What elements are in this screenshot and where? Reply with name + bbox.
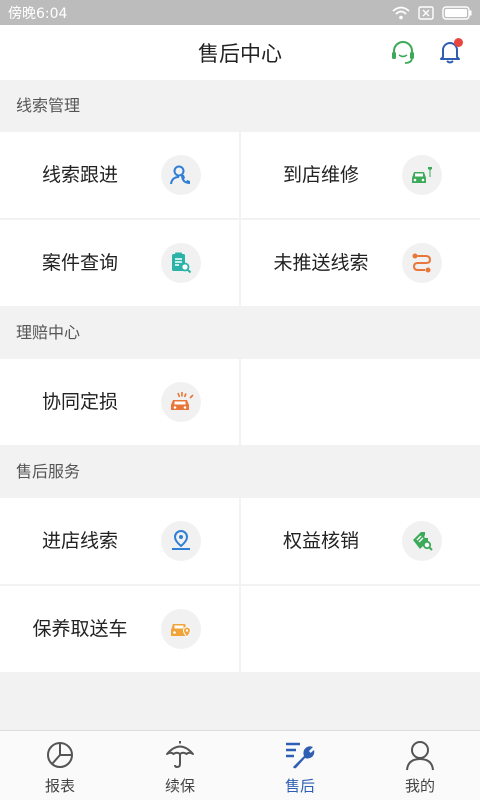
icon-badge <box>402 243 442 283</box>
menu-item-label: 未推送线索 <box>273 252 369 274</box>
wrench-list-icon <box>286 742 315 769</box>
menu-item-maintenance-pickup[interactable]: 保养取送车 <box>0 586 239 672</box>
empty-grid-cell <box>241 586 480 672</box>
tab-renewal[interactable]: 续保 <box>120 731 240 800</box>
tab-label: 续保 <box>164 777 195 795</box>
menu-item-label: 案件查询 <box>41 252 118 274</box>
tab-mine[interactable]: 我的 <box>360 731 480 800</box>
route-icon <box>412 253 432 273</box>
no-sim-icon <box>418 5 434 20</box>
icon-badge <box>161 155 201 195</box>
menu-item-in-store-leads[interactable]: 进店线索 <box>0 498 239 584</box>
notification-badge <box>454 38 463 47</box>
grid-row: 案件查询 未推送线索 <box>0 220 480 306</box>
tab-label: 我的 <box>404 777 435 795</box>
grid-row: 协同定损 <box>0 359 480 445</box>
status-time: 傍晚6:04 <box>8 5 68 22</box>
person-phone-icon <box>170 165 190 185</box>
grid-row: 线索跟进 到店维修 <box>0 132 480 218</box>
status-bar: 傍晚6:04 <box>0 0 480 25</box>
menu-item-label: 进店线索 <box>41 530 118 552</box>
menu-item-label: 线索跟进 <box>41 164 118 186</box>
icon-badge <box>161 243 201 283</box>
bottom-tab-bar: 报表 续保 售后 我的 <box>0 730 480 800</box>
customer-service-headset-icon[interactable] <box>389 38 417 66</box>
menu-item-label: 保养取送车 <box>32 618 128 640</box>
ticket-search-icon <box>413 532 433 551</box>
empty-grid-cell <box>241 359 480 445</box>
menu-item-unpushed-leads[interactable]: 未推送线索 <box>241 220 480 306</box>
menu-item-lead-followup[interactable]: 线索跟进 <box>0 132 239 218</box>
icon-badge <box>161 609 201 649</box>
tab-after-sales[interactable]: 售后 <box>240 731 360 800</box>
user-icon <box>406 741 434 771</box>
notification-bell[interactable] <box>436 38 464 66</box>
document-search-icon <box>172 252 192 274</box>
icon-badge <box>161 521 201 561</box>
umbrella-icon <box>166 741 194 769</box>
car-crash-icon <box>171 392 194 410</box>
tab-label: 售后 <box>284 777 315 795</box>
battery-icon <box>442 5 472 20</box>
section-title-claims-center: 理赔中心 <box>0 307 480 359</box>
section-title-lead-management: 线索管理 <box>0 80 480 132</box>
car-wrench-icon <box>412 167 432 183</box>
menu-item-label: 权益核销 <box>282 530 359 552</box>
app-header: 售后中心 <box>0 25 480 80</box>
page-title: 售后中心 <box>198 41 282 66</box>
car-location-icon <box>171 624 192 638</box>
tab-reports[interactable]: 报表 <box>0 731 120 800</box>
pie-chart-icon <box>47 742 73 768</box>
icon-badge <box>402 521 442 561</box>
menu-item-label: 协同定损 <box>41 391 118 413</box>
menu-item-rights-verification[interactable]: 权益核销 <box>241 498 480 584</box>
location-pin-icon <box>172 529 190 550</box>
icon-badge <box>161 382 201 422</box>
grid-row: 进店线索 权益核销 <box>0 498 480 584</box>
menu-item-collaborative-loss-assessment[interactable]: 协同定损 <box>0 359 239 445</box>
section-title-after-sales-service: 售后服务 <box>0 446 480 498</box>
icon-badge <box>402 155 442 195</box>
wifi-icon <box>392 6 410 19</box>
grid-row: 保养取送车 <box>0 586 480 672</box>
tab-label: 报表 <box>44 777 75 795</box>
menu-item-case-query[interactable]: 案件查询 <box>0 220 239 306</box>
menu-item-label: 到店维修 <box>282 164 359 186</box>
menu-item-in-store-repair[interactable]: 到店维修 <box>241 132 480 218</box>
